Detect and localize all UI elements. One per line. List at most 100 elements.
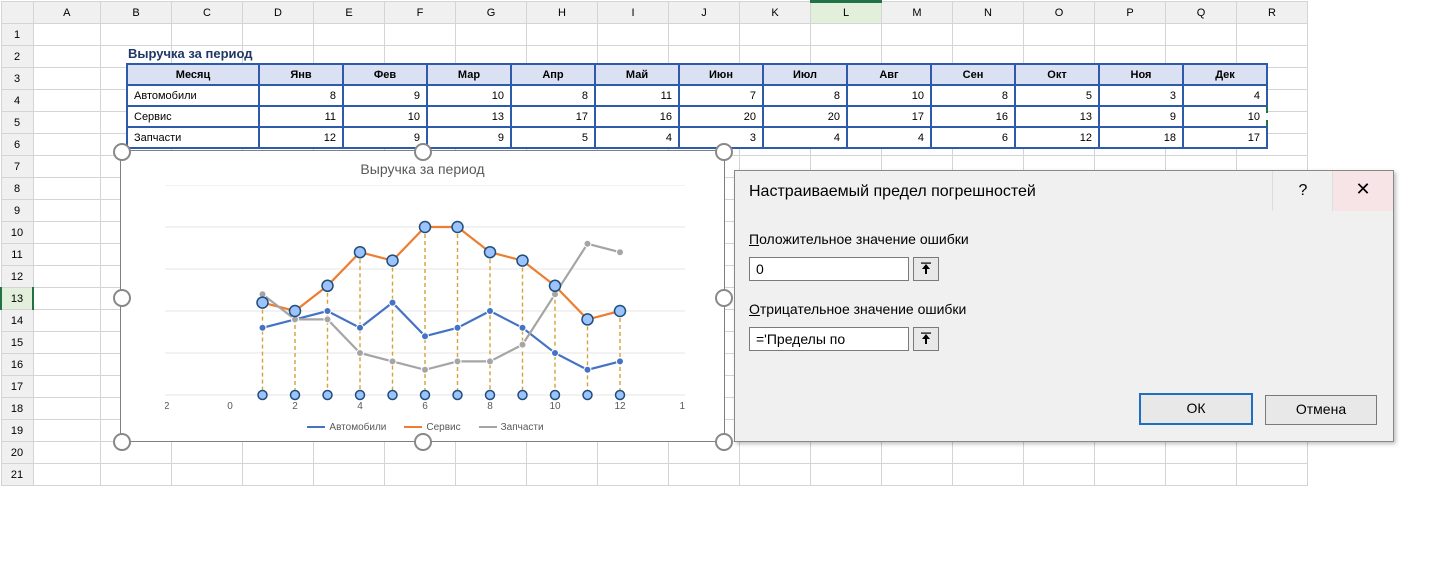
cell-A20[interactable] bbox=[33, 442, 101, 464]
cell-G21[interactable] bbox=[456, 464, 527, 486]
cell-L21[interactable] bbox=[811, 464, 882, 486]
cell-A3[interactable] bbox=[33, 68, 101, 90]
cell-C21[interactable] bbox=[172, 464, 243, 486]
cell-A21[interactable] bbox=[33, 464, 101, 486]
col-header-R[interactable]: R bbox=[1237, 2, 1308, 24]
cell-E20[interactable] bbox=[314, 442, 385, 464]
cell-Q1[interactable] bbox=[1166, 24, 1237, 46]
cell-K21[interactable] bbox=[740, 464, 811, 486]
cell-D1[interactable] bbox=[243, 24, 314, 46]
chart-plot-area[interactable]: 0510152025-202468101214 bbox=[165, 185, 685, 395]
chart-handle-bm[interactable] bbox=[414, 433, 432, 451]
chart-handle-br[interactable] bbox=[715, 433, 733, 451]
cell-A19[interactable] bbox=[33, 420, 101, 442]
cell-A6[interactable] bbox=[33, 134, 101, 156]
cell-I1[interactable] bbox=[598, 24, 669, 46]
dialog-close-button[interactable]: ✕ bbox=[1332, 171, 1393, 211]
cell-A5[interactable] bbox=[33, 112, 101, 134]
chart-handle-tl[interactable] bbox=[113, 143, 131, 161]
cell-G20[interactable] bbox=[456, 442, 527, 464]
select-all-corner[interactable] bbox=[1, 2, 33, 24]
cell-A17[interactable] bbox=[33, 376, 101, 398]
cell-A16[interactable] bbox=[33, 354, 101, 376]
cell-A9[interactable] bbox=[33, 200, 101, 222]
cell-B21[interactable] bbox=[101, 464, 172, 486]
cell-R1[interactable] bbox=[1237, 24, 1308, 46]
cell-A13[interactable] bbox=[33, 288, 101, 310]
cell-F21[interactable] bbox=[385, 464, 456, 486]
row-header-18[interactable]: 18 bbox=[1, 398, 33, 420]
row-header-16[interactable]: 16 bbox=[1, 354, 33, 376]
cell-A2[interactable] bbox=[33, 46, 101, 68]
negative-error-range-picker[interactable] bbox=[913, 327, 939, 351]
negative-error-input[interactable] bbox=[749, 327, 909, 351]
col-header-G[interactable]: G bbox=[456, 2, 527, 24]
cell-A14[interactable] bbox=[33, 310, 101, 332]
row-header-3[interactable]: 3 bbox=[1, 68, 33, 90]
cell-O21[interactable] bbox=[1024, 464, 1095, 486]
col-header-P[interactable]: P bbox=[1095, 2, 1166, 24]
dialog-help-button[interactable]: ? bbox=[1272, 171, 1333, 211]
chart-handle-tm[interactable] bbox=[414, 143, 432, 161]
col-header-O[interactable]: O bbox=[1024, 2, 1095, 24]
col-header-I[interactable]: I bbox=[598, 2, 669, 24]
cell-G1[interactable] bbox=[456, 24, 527, 46]
cell-A1[interactable] bbox=[33, 24, 101, 46]
cell-C1[interactable] bbox=[172, 24, 243, 46]
chart-object[interactable]: Выручка за период 0510152025-20246810121… bbox=[120, 150, 725, 442]
cell-E1[interactable] bbox=[314, 24, 385, 46]
cell-A18[interactable] bbox=[33, 398, 101, 420]
row-header-4[interactable]: 4 bbox=[1, 90, 33, 112]
cell-D21[interactable] bbox=[243, 464, 314, 486]
cell-A8[interactable] bbox=[33, 178, 101, 200]
cell-F1[interactable] bbox=[385, 24, 456, 46]
cell-A11[interactable] bbox=[33, 244, 101, 266]
cell-J21[interactable] bbox=[669, 464, 740, 486]
cell-N1[interactable] bbox=[953, 24, 1024, 46]
cell-J1[interactable] bbox=[669, 24, 740, 46]
cell-M21[interactable] bbox=[882, 464, 953, 486]
cell-P20[interactable] bbox=[1095, 442, 1166, 464]
col-header-M[interactable]: M bbox=[882, 2, 953, 24]
col-header-C[interactable]: C bbox=[172, 2, 243, 24]
col-header-D[interactable]: D bbox=[243, 2, 314, 24]
cell-N20[interactable] bbox=[953, 442, 1024, 464]
positive-error-input[interactable] bbox=[749, 257, 909, 281]
data-table[interactable]: МесяцЯнвФевМарАпрМайИюнИюлАвгСенОктНояДе… bbox=[126, 63, 1268, 149]
row-header-19[interactable]: 19 bbox=[1, 420, 33, 442]
row-header-5[interactable]: 5 bbox=[1, 112, 33, 134]
cell-B20[interactable] bbox=[101, 442, 172, 464]
cell-L1[interactable] bbox=[811, 24, 882, 46]
col-header-E[interactable]: E bbox=[314, 2, 385, 24]
col-header-F[interactable]: F bbox=[385, 2, 456, 24]
cell-A7[interactable] bbox=[33, 156, 101, 178]
row-header-6[interactable]: 6 bbox=[1, 134, 33, 156]
row-header-20[interactable]: 20 bbox=[1, 442, 33, 464]
cell-M1[interactable] bbox=[882, 24, 953, 46]
ok-button[interactable]: ОК bbox=[1139, 393, 1253, 425]
cancel-button[interactable]: Отмена bbox=[1265, 395, 1377, 425]
row-header-2[interactable]: 2 bbox=[1, 46, 33, 68]
cell-A10[interactable] bbox=[33, 222, 101, 244]
row-header-14[interactable]: 14 bbox=[1, 310, 33, 332]
row-header-7[interactable]: 7 bbox=[1, 156, 33, 178]
chart-handle-ml[interactable] bbox=[113, 289, 131, 307]
chart-handle-bl[interactable] bbox=[113, 433, 131, 451]
cell-H1[interactable] bbox=[527, 24, 598, 46]
cell-A12[interactable] bbox=[33, 266, 101, 288]
row-header-11[interactable]: 11 bbox=[1, 244, 33, 266]
cell-P1[interactable] bbox=[1095, 24, 1166, 46]
chart-handle-tr[interactable] bbox=[715, 143, 733, 161]
row-header-17[interactable]: 17 bbox=[1, 376, 33, 398]
cell-M20[interactable] bbox=[882, 442, 953, 464]
cell-A4[interactable] bbox=[33, 90, 101, 112]
row-header-13[interactable]: 13 bbox=[1, 288, 33, 310]
cell-O1[interactable] bbox=[1024, 24, 1095, 46]
cell-B1[interactable] bbox=[101, 24, 172, 46]
row-header-10[interactable]: 10 bbox=[1, 222, 33, 244]
row-header-15[interactable]: 15 bbox=[1, 332, 33, 354]
cell-Q20[interactable] bbox=[1166, 442, 1237, 464]
cell-K20[interactable] bbox=[740, 442, 811, 464]
col-header-K[interactable]: K bbox=[740, 2, 811, 24]
row-header-8[interactable]: 8 bbox=[1, 178, 33, 200]
